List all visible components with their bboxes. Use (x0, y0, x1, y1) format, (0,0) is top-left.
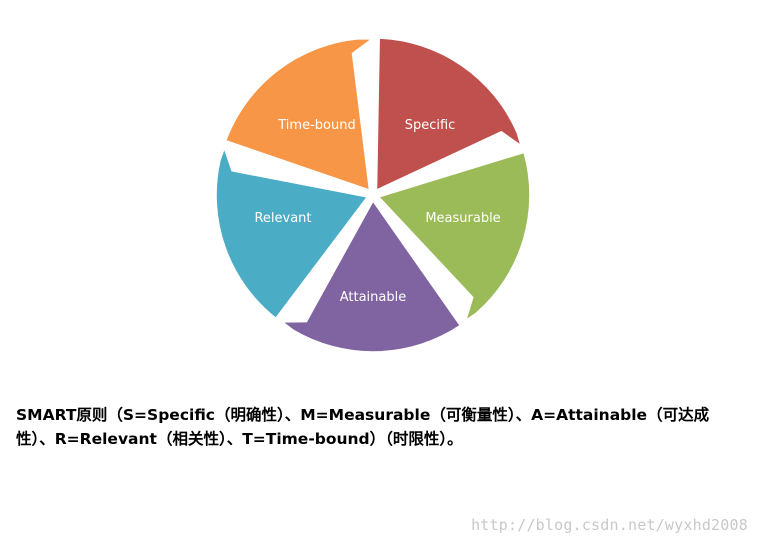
segment-label-relevant: Relevant (254, 211, 311, 226)
source-watermark: http://blog.csdn.net/wyxhd2008 (471, 516, 748, 534)
smart-cycle-diagram: Specific Measurable Attainable Relevant … (215, 37, 531, 353)
segment-label-time-bound: Time-bound (277, 118, 355, 133)
segment-label-specific: Specific (405, 118, 456, 133)
segment-label-attainable: Attainable (340, 290, 407, 305)
segment-label-measurable: Measurable (425, 211, 500, 226)
smart-principle-caption: SMART原则（S=Specific（明确性）、M=Measurable（可衡量… (16, 406, 710, 448)
segment-time-bound (224, 37, 373, 191)
